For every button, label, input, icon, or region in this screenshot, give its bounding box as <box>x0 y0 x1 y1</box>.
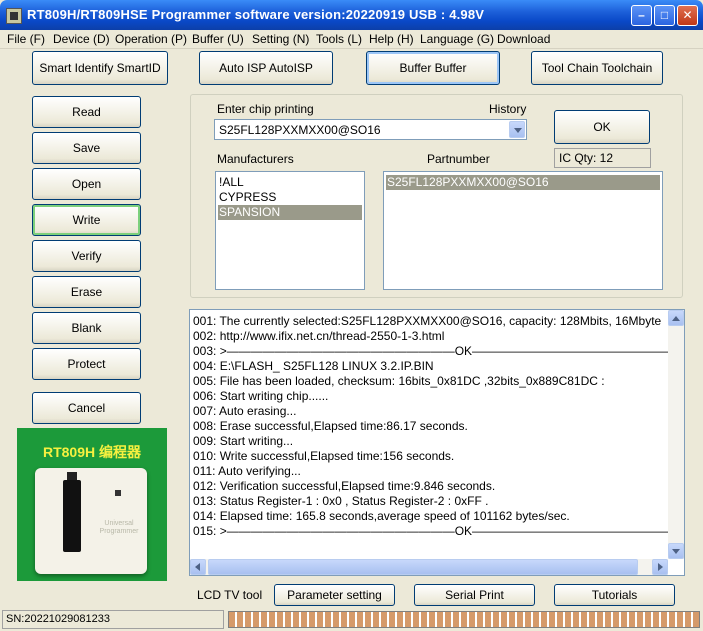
zif-socket <box>63 480 81 552</box>
tutorials-button[interactable]: Tutorials <box>554 584 675 606</box>
scroll-down-icon[interactable] <box>668 543 684 559</box>
list-item[interactable]: !ALL <box>218 175 362 190</box>
manufacturers-label: Manufacturers <box>217 152 294 166</box>
buffer-button[interactable]: Buffer Buffer <box>366 51 500 85</box>
enter-chip-label: Enter chip printing <box>217 102 314 116</box>
read-button[interactable]: Read <box>32 96 141 128</box>
log-line: 015: >———————————————————OK—————————————… <box>193 524 685 538</box>
partnumber-label: Partnumber <box>427 152 490 166</box>
ic-qty-text: IC Qty: 12 <box>559 151 614 165</box>
write-button[interactable]: Write <box>32 204 141 236</box>
open-button[interactable]: Open <box>32 168 141 200</box>
title-bar: RT809H/RT809HSE Programmer software vers… <box>0 0 703 30</box>
menu-tools[interactable]: Tools (L) <box>316 32 362 46</box>
erase-button[interactable]: Erase <box>32 276 141 308</box>
menu-file[interactable]: File (F) <box>7 32 45 46</box>
chip-combo[interactable]: S25FL128PXXMXX00@SO16 <box>214 119 527 140</box>
menu-setting[interactable]: Setting (N) <box>252 32 309 46</box>
programmer-device-image: Universal Programmer <box>35 468 147 574</box>
log-line: 003: >———————————————————OK—————————————… <box>193 344 685 358</box>
smart-identify-button[interactable]: Smart Identify SmartID <box>32 51 168 85</box>
scroll-left-icon[interactable] <box>190 559 206 575</box>
log-line: 013: Status Register-1 : 0x0 , Status Re… <box>193 494 489 508</box>
cancel-button[interactable]: Cancel <box>32 392 141 424</box>
progress-bar <box>228 611 700 628</box>
menu-device[interactable]: Device (D) <box>53 32 110 46</box>
log-line: 002: http://www.ifix.net.cn/thread-2550-… <box>193 329 445 343</box>
log-line: 005: File has been loaded, checksum: 16b… <box>193 374 605 388</box>
history-label: History <box>489 102 527 116</box>
minimize-button[interactable]: – <box>631 5 652 26</box>
menu-language[interactable]: Language (G) <box>420 32 494 46</box>
log-line: 008: Erase successful,Elapsed time:86.17… <box>193 419 468 433</box>
log-line: 011: Auto verifying... <box>193 464 301 478</box>
log-line: 001: The currently selected:S25FL128PXXM… <box>193 314 662 328</box>
serial-number: SN:20221029081233 <box>2 610 224 629</box>
product-photo: RT809H 编程器 Universal Programmer <box>17 428 167 581</box>
chip-combo-value: S25FL128PXXMXX00@SO16 <box>219 123 381 137</box>
log-line: 007: Auto erasing... <box>193 404 297 418</box>
auto-isp-button[interactable]: Auto ISP AutoISP <box>199 51 333 85</box>
menu-buffer[interactable]: Buffer (U) <box>192 32 244 46</box>
menu-download[interactable]: Download <box>497 32 550 46</box>
scroll-right-icon[interactable] <box>652 559 668 575</box>
partnumber-list[interactable]: S25FL128PXXMXX00@SO16 <box>383 171 663 290</box>
toolchain-button[interactable]: Tool Chain Toolchain <box>531 51 663 85</box>
led-icon <box>115 490 121 496</box>
serial-print-button[interactable]: Serial Print <box>414 584 535 606</box>
log-line: 006: Start writing chip...... <box>193 389 329 403</box>
log-line: 012: Verification successful,Elapsed tim… <box>193 479 496 493</box>
ic-qty-box: IC Qty: 12 <box>554 148 651 168</box>
log-line: 009: Start writing... <box>193 434 294 448</box>
status-bar: SN:20221029081233 <box>0 608 703 631</box>
menu-bar: File (F) Device (D) Operation (P) Buffer… <box>0 30 703 49</box>
blank-button[interactable]: Blank <box>32 312 141 344</box>
list-item[interactable]: CYPRESS <box>218 190 362 205</box>
chevron-down-icon[interactable] <box>509 121 525 138</box>
log-area[interactable]: 001: The currently selected:S25FL128PXXM… <box>189 309 685 576</box>
menu-operation[interactable]: Operation (P) <box>115 32 187 46</box>
app-icon <box>6 8 22 24</box>
parameter-setting-button[interactable]: Parameter setting <box>274 584 395 606</box>
save-button[interactable]: Save <box>32 132 141 164</box>
scroll-up-icon[interactable] <box>668 310 684 326</box>
protect-button[interactable]: Protect <box>32 348 141 380</box>
list-item-selected[interactable]: S25FL128PXXMXX00@SO16 <box>386 175 660 190</box>
verify-button[interactable]: Verify <box>32 240 141 272</box>
log-line: 014: Elapsed time: 165.8 seconds,average… <box>193 509 570 523</box>
maximize-button[interactable]: □ <box>654 5 675 26</box>
list-item-selected[interactable]: SPANSION <box>218 205 362 220</box>
photo-caption: RT809H 编程器 <box>42 444 142 460</box>
scroll-thumb[interactable] <box>208 559 638 575</box>
log-line: 004: E:\FLASH_ S25FL128 LINUX 3.2.IP.BIN <box>193 359 434 373</box>
window-title: RT809H/RT809HSE Programmer software vers… <box>27 7 485 22</box>
device-lettering: Universal Programmer <box>99 520 139 535</box>
close-button[interactable]: ✕ <box>677 5 698 26</box>
menu-help[interactable]: Help (H) <box>369 32 414 46</box>
log-line: 010: Write successful,Elapsed time:156 s… <box>193 449 455 463</box>
vertical-scrollbar[interactable] <box>668 310 684 559</box>
horizontal-scrollbar[interactable] <box>190 559 668 575</box>
manufacturers-list[interactable]: !ALL CYPRESS SPANSION <box>215 171 365 290</box>
ok-button[interactable]: OK <box>554 110 650 144</box>
lcd-tv-tool-label: LCD TV tool <box>197 588 263 602</box>
